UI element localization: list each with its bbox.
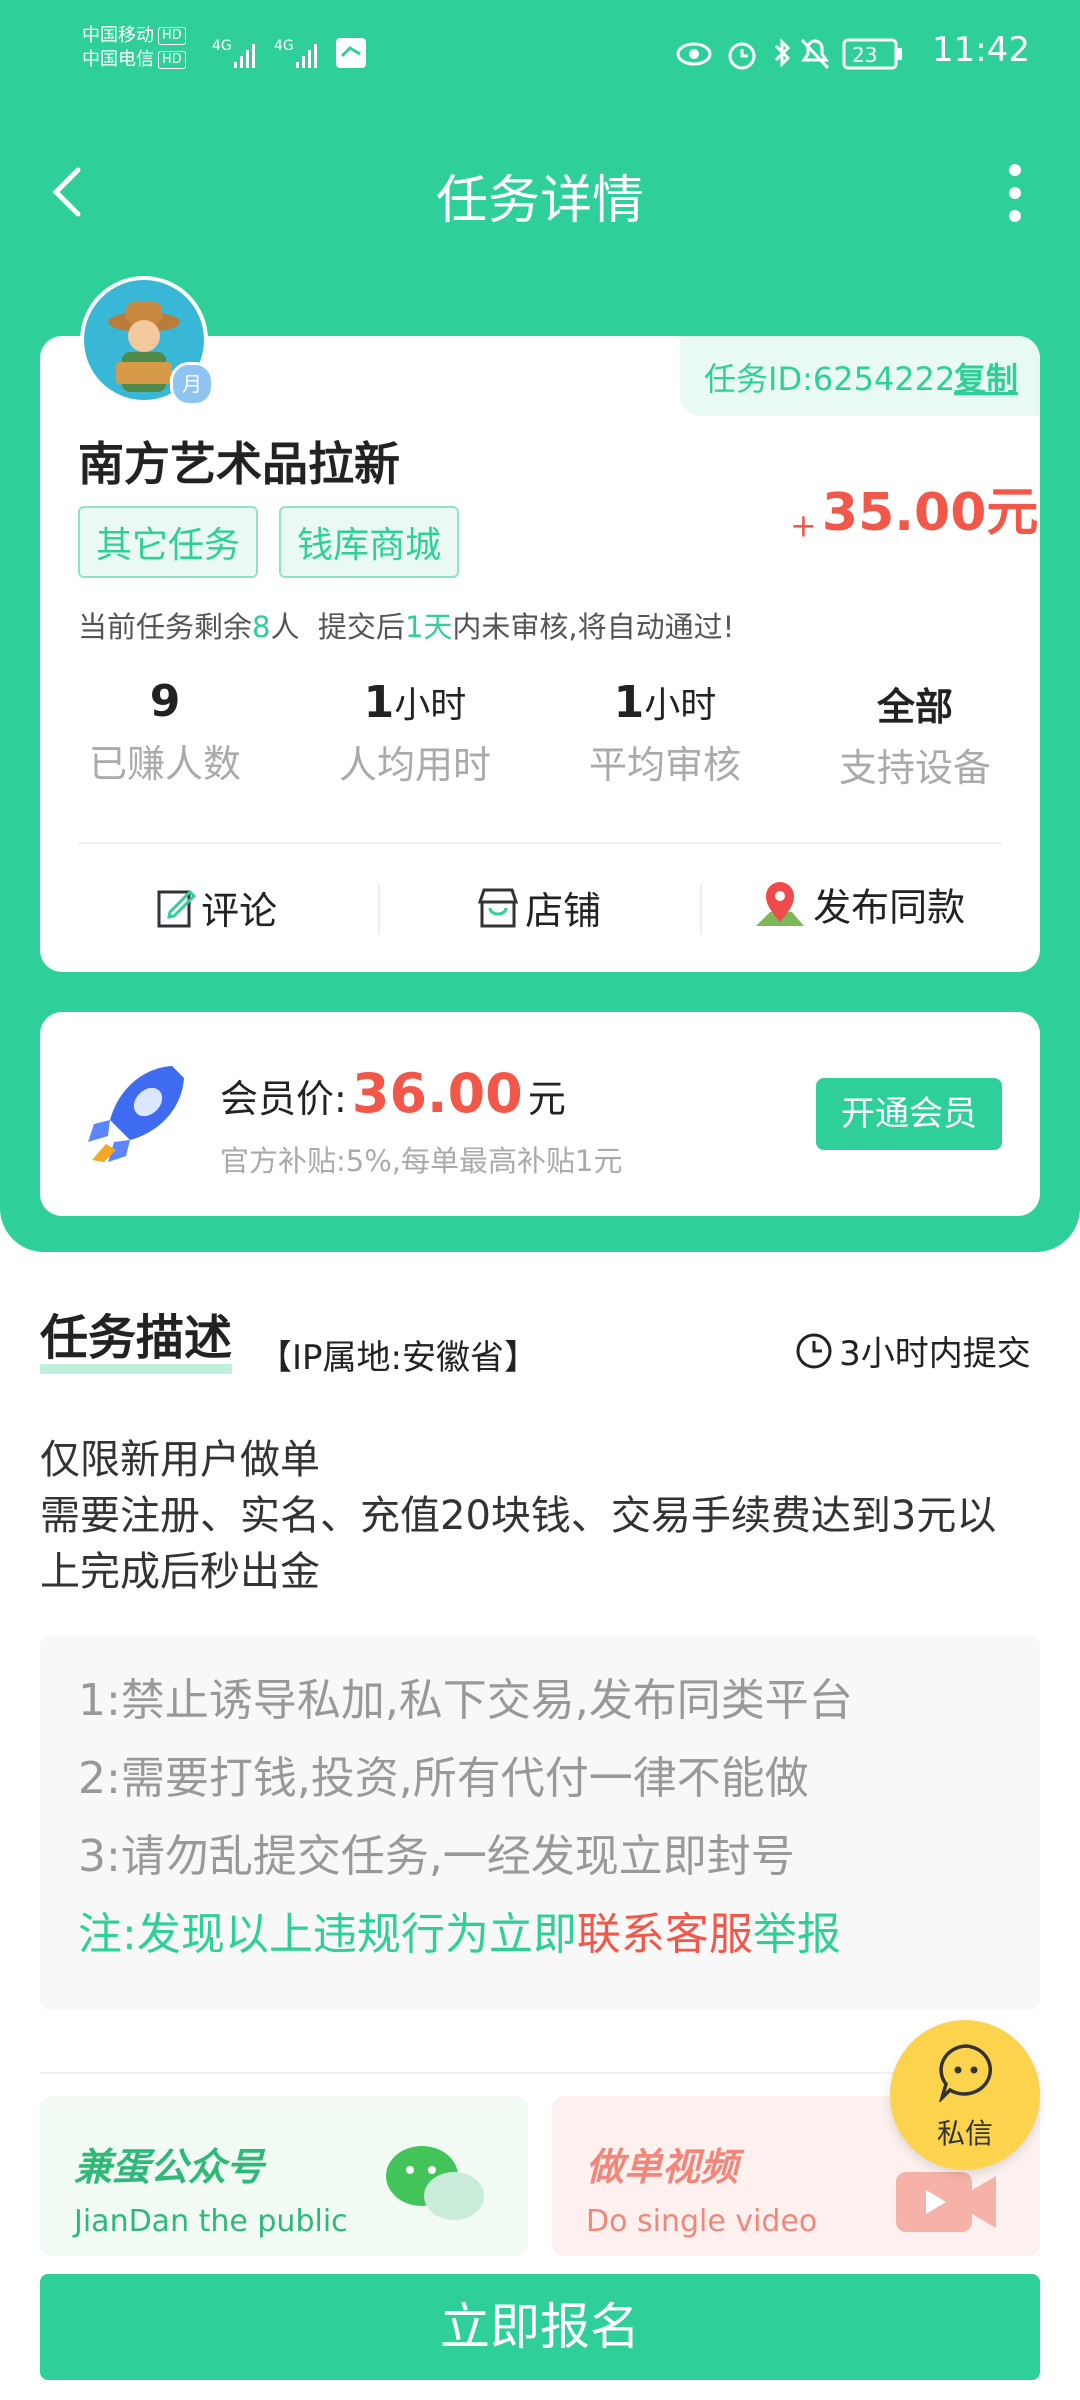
battery-icon: 23 <box>842 38 902 70</box>
svg-text:4G: 4G <box>212 38 232 54</box>
promo-subtitle: JianDan the public <box>74 2204 348 2239</box>
open-membership-button[interactable]: 开通会员 <box>816 1078 1002 1150</box>
task-remaining-note: 当前任务剩余8人 提交后1天内未审核,将自动通过! <box>78 610 735 644</box>
member-price: 会员价: 36.00 元 <box>220 1062 566 1125</box>
rule-1: 1:禁止诱导私加,私下交易,发布同类平台 <box>78 1675 853 1726</box>
signup-button[interactable]: 立即报名 <box>40 2274 1040 2380</box>
stat-avg-time: 1小时 人均用时 <box>338 677 491 787</box>
member-subsidy: 官方补贴:5%,每单最高补贴1元 <box>220 1144 623 1178</box>
edit-icon <box>157 889 197 927</box>
task-name: 南方艺术品拉新 <box>78 437 400 491</box>
publish-same-button[interactable]: 发布同款 <box>752 876 965 932</box>
rule-3: 3:请勿乱提交任务,一经发现立即封号 <box>78 1831 795 1882</box>
private-message-label: 私信 <box>936 2117 993 2150</box>
map-pin-icon <box>756 882 804 926</box>
contact-support-link[interactable]: 联系客服 <box>577 1909 753 1960</box>
reward: + 35.00元 <box>790 470 1038 545</box>
deadline: 3小时内提交 <box>794 1326 1031 1375</box>
store-icon <box>477 888 519 927</box>
tag-category: 其它任务 <box>78 506 259 578</box>
alarm-icon <box>728 42 756 70</box>
description-heading: 任务描述 <box>40 1312 233 1374</box>
page-title: 任务详情 <box>435 171 644 231</box>
chat-bubble-icon <box>939 2044 992 2102</box>
private-message-button[interactable]: 私信 <box>890 2020 1040 2170</box>
stat-avg-review: 1小时 平均审核 <box>588 677 741 787</box>
bluetooth-icon <box>774 38 791 68</box>
rules-box: 1:禁止诱导私加,私下交易,发布同类平台 2:需要打钱,投资,所有代付一律不能做… <box>40 1636 1040 2010</box>
status-carriers: 中国移动 HD 中国电信 HD <box>82 24 186 72</box>
divider <box>78 842 1002 844</box>
avatar: 月 <box>80 276 214 406</box>
reward-amount: 35.00元 <box>821 483 1039 543</box>
month-badge: 月 <box>170 362 214 406</box>
task-id: 任务ID:6254222 <box>704 360 956 398</box>
task-id-box: 任务ID:6254222 复制 <box>680 336 1040 416</box>
hd-badge: HD <box>158 51 186 69</box>
description-text: 仅限新用户做单 需要注册、实名、充值20块钱、交易手续费达到3元以 上完成后秒出… <box>40 1437 997 1595</box>
more-vertical-icon <box>1009 164 1021 222</box>
action-divider <box>378 884 380 934</box>
clock: 11:42 <box>932 30 1030 70</box>
signal-icons: 4G 4G <box>212 34 372 78</box>
svg-text:4G: 4G <box>274 38 294 54</box>
status-icons: 23 <box>676 34 906 78</box>
promo-subtitle: Do single video <box>586 2204 818 2239</box>
ip-location: 【IP属地:安徽省】 <box>258 1338 538 1378</box>
copy-button[interactable]: 复制 <box>954 354 1018 400</box>
carrier-1: 中国移动 <box>82 25 154 46</box>
mute-icon <box>800 38 830 70</box>
task-tags: 其它任务 钱库商城 <box>78 506 460 578</box>
svg-text:23: 23 <box>852 43 877 67</box>
comment-button[interactable]: 评论 <box>156 880 277 935</box>
more-button[interactable] <box>1000 160 1030 226</box>
reward-plus: + <box>790 506 817 545</box>
action-divider <box>700 884 702 934</box>
promo-title: 兼蛋公众号 <box>74 2145 265 2189</box>
stat-earned: 9 已赚人数 <box>88 676 241 786</box>
rule-note: 注:发现以上违规行为立即联系客服举报 <box>78 1909 841 1960</box>
promo-title: 做单视频 <box>586 2145 739 2189</box>
carrier-2: 中国电信 <box>82 49 154 70</box>
store-button[interactable]: 店铺 <box>476 880 601 935</box>
signal-strength-icon: 4G 4G <box>212 38 366 68</box>
video-icon <box>896 2172 996 2232</box>
wechat-icon <box>386 2146 484 2220</box>
divider <box>40 2072 1040 2074</box>
rocket-icon <box>82 1060 190 1172</box>
eye-icon <box>676 42 712 66</box>
rule-2: 2:需要打钱,投资,所有代付一律不能做 <box>78 1753 809 1804</box>
clock-icon <box>796 1333 832 1368</box>
hd-badge: HD <box>158 27 186 45</box>
wechat-account-card[interactable]: 兼蛋公众号 JianDan the public <box>40 2096 528 2256</box>
tag-platform: 钱库商城 <box>279 506 460 578</box>
stat-devices: 全部 支持设备 <box>838 685 991 790</box>
